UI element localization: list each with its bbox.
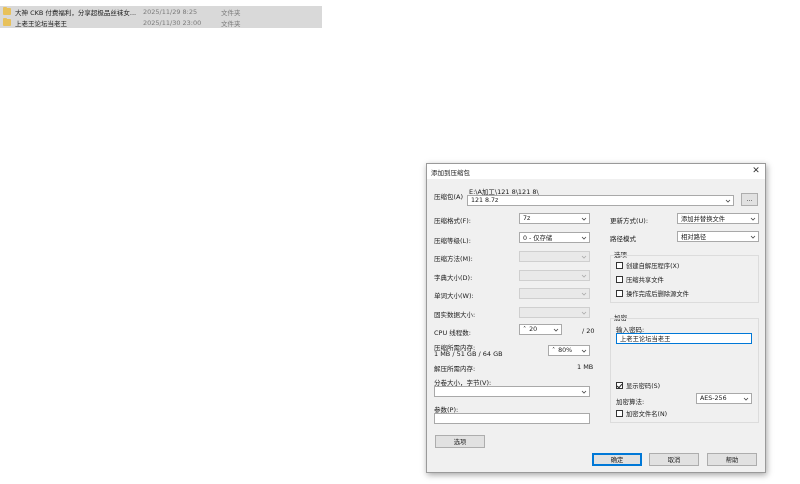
path-label: 路径模式: [610, 235, 636, 243]
solid-label: 固实数据大小:: [434, 311, 476, 319]
chevron-down-icon: [581, 235, 587, 241]
cpu-label: CPU 线程数:: [434, 329, 471, 337]
mem-pct-select[interactable]: ˄ 80%: [548, 345, 590, 356]
file-row[interactable]: 上老王论坛当老王 2025/11/30 23:00 文件夹: [0, 17, 322, 28]
cpu-value: 20: [529, 326, 538, 333]
solid-select[interactable]: [519, 307, 590, 318]
file-date: 2025/11/30 23:00: [143, 18, 202, 27]
path-value: 相对路径: [681, 234, 707, 241]
chevron-up-mark-icon: ˄: [552, 347, 556, 354]
chevron-down-icon: [581, 291, 587, 297]
chevron-down-icon: [750, 216, 756, 222]
checkbox-box: [616, 276, 623, 283]
delete-label: 操作完成后删除源文件: [626, 291, 689, 298]
format-value: 7z: [523, 215, 531, 222]
chevron-down-icon: [725, 198, 731, 204]
file-name: 大神 CKB 付费福利，分享超极品丝袜女...: [15, 8, 137, 17]
mem-pct-value: 80%: [558, 347, 573, 354]
shared-checkbox[interactable]: 压缩共享文件: [616, 275, 664, 284]
archive-name-value: 121 8.7z: [471, 197, 499, 204]
decomp-value: 1 MB: [577, 363, 594, 371]
help-button[interactable]: 帮助: [707, 453, 757, 466]
ok-button[interactable]: 确定: [592, 453, 642, 466]
cpu-total: / 20: [582, 327, 595, 335]
decomp-label: 解压所需内存:: [434, 365, 476, 373]
checkbox-box: [616, 290, 623, 297]
file-name: 上老王论坛当老王: [15, 19, 67, 28]
chevron-down-icon: [553, 327, 559, 333]
word-select[interactable]: [519, 288, 590, 299]
file-type: 文件夹: [221, 8, 241, 17]
enc-method-select[interactable]: AES-256: [696, 393, 752, 404]
chevron-down-icon: [743, 396, 749, 402]
encrypt-names-label: 加密文件名(N): [626, 411, 668, 418]
cancel-button[interactable]: 取消: [649, 453, 699, 466]
method-select[interactable]: [519, 251, 590, 262]
path-select[interactable]: 相对路径: [677, 231, 759, 242]
checkbox-box: [616, 262, 623, 269]
sfx-checkbox[interactable]: 创建自解压程序(X): [616, 261, 679, 270]
chevron-down-icon: [750, 234, 756, 240]
add-to-archive-dialog: 添加到压缩包 ✕ 压缩包(A) E:\A加工\121 8\121 8\ 121 …: [426, 163, 766, 473]
password-value: 上老王论坛当老王: [620, 336, 671, 343]
level-value: 0 - 仅存储: [523, 235, 553, 242]
folder-icon: [3, 18, 11, 26]
file-type: 文件夹: [221, 19, 241, 28]
password-input[interactable]: 上老王论坛当老王: [616, 333, 752, 344]
folder-icon: [3, 7, 11, 15]
encrypt-names-checkbox[interactable]: 加密文件名(N): [616, 409, 667, 418]
update-select[interactable]: 添加并替换文件: [677, 213, 759, 224]
sfx-label: 创建自解压程序(X): [626, 263, 680, 270]
show-password-label: 显示密码(S): [626, 383, 661, 390]
chevron-down-icon: [581, 389, 587, 395]
checkbox-box: [616, 410, 623, 417]
format-label: 压缩格式(F):: [434, 217, 472, 225]
checkbox-box: [616, 382, 623, 389]
mem-detail: 1 MB / 51 GB / 64 GB: [434, 350, 503, 358]
word-label: 单词大小(W):: [434, 292, 474, 300]
chevron-down-icon: [581, 348, 587, 354]
show-password-checkbox[interactable]: 显示密码(S): [616, 381, 660, 390]
method-label: 压缩方法(M):: [434, 255, 473, 263]
cpu-select[interactable]: ˄ 20: [519, 324, 562, 335]
options-button[interactable]: 选项: [435, 435, 485, 448]
split-select[interactable]: [434, 386, 590, 397]
update-label: 更新方式(U):: [610, 217, 649, 225]
dict-label: 字典大小(D):: [434, 274, 473, 282]
shared-label: 压缩共享文件: [626, 277, 664, 284]
level-select[interactable]: 0 - 仅存储: [519, 232, 590, 243]
file-date: 2025/11/29 8:25: [143, 7, 198, 16]
chevron-down-icon: [581, 273, 587, 279]
archive-name-combo[interactable]: 121 8.7z: [467, 195, 734, 206]
dialog-titlebar: 添加到压缩包 ✕: [427, 164, 765, 179]
params-input[interactable]: [434, 413, 590, 424]
delete-checkbox[interactable]: 操作完成后删除源文件: [616, 289, 689, 298]
level-label: 压缩等级(L):: [434, 237, 471, 245]
enc-method-value: AES-256: [700, 395, 727, 402]
enc-method-label: 加密算法:: [616, 398, 645, 406]
close-icon[interactable]: ✕: [751, 166, 761, 176]
chevron-down-icon: [581, 216, 587, 222]
format-select[interactable]: 7z: [519, 213, 590, 224]
chevron-up-mark-icon: ˄: [523, 326, 527, 333]
dialog-title: 添加到压缩包: [431, 168, 470, 177]
archive-label: 压缩包(A): [434, 193, 464, 201]
file-row[interactable]: 大神 CKB 付费福利，分享超极品丝袜女... 2025/11/29 8:25 …: [0, 6, 322, 17]
dict-select[interactable]: [519, 270, 590, 281]
chevron-down-icon: [581, 310, 587, 316]
update-value: 添加并替换文件: [681, 216, 726, 223]
chevron-down-icon: [581, 254, 587, 260]
browse-button[interactable]: ...: [741, 193, 758, 206]
